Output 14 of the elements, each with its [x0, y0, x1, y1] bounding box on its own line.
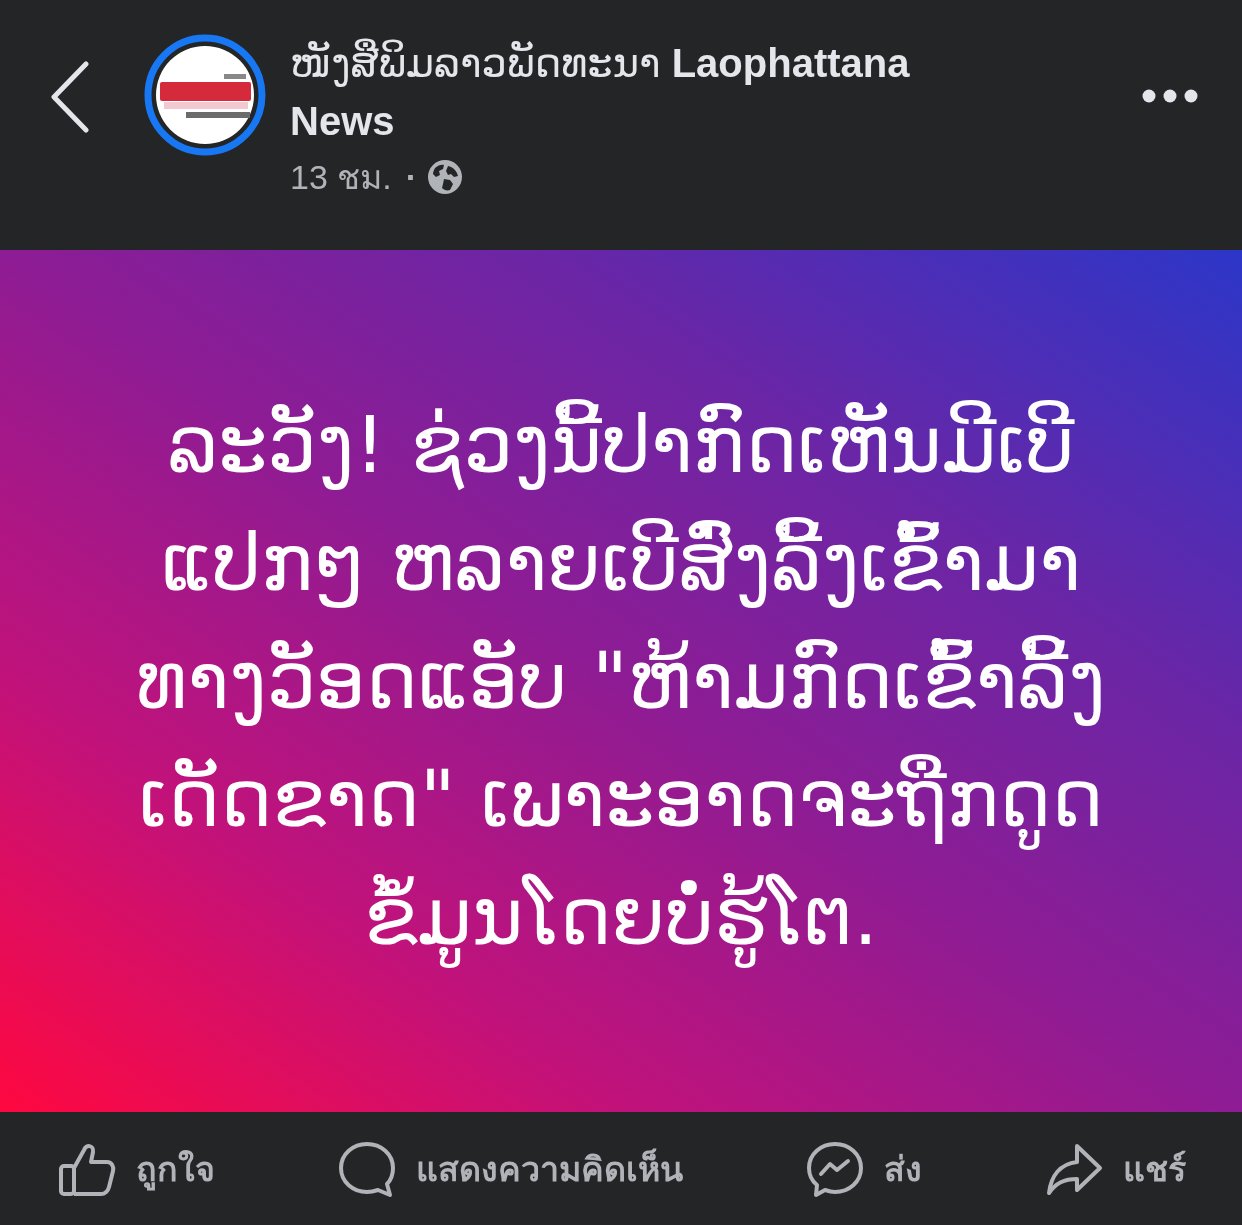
like-button[interactable]: ถูกใจ — [52, 1135, 221, 1202]
post-text: ລະວັງ! ຊ່ວງນີ້ປາກົດເຫັນມີເບີ ແປກໆ ຫລາຍເບີສົ່ງລີ້ງເຂົ້າມາ ທາງວັອດແອັບ "ຫ້າມກົດເຂົ້າລີ້ງ ເດັດຂາດ" ເພາະອາດຈະຖືກດູດ ຂໍ້ມູນໂດຍບໍ່ຮູ້ໂຕ. — [71, 386, 1171, 976]
back-icon[interactable] — [50, 61, 90, 133]
avatar-logo[interactable] — [156, 46, 254, 144]
post-time[interactable]: 13 ชม. — [290, 150, 392, 204]
share-button[interactable]: แชร์ — [1039, 1135, 1192, 1202]
globe-icon — [427, 159, 464, 195]
more-options-icon[interactable] — [1142, 89, 1198, 103]
send-button[interactable]: ส่ง — [800, 1135, 928, 1202]
speech-bubble-icon — [338, 1139, 396, 1198]
separator-dot: · — [405, 157, 418, 197]
messenger-bubble-icon — [806, 1139, 864, 1198]
page-name[interactable]: ໜັງສືພິມລາວພັດທະນາ Laophattana News — [290, 34, 980, 150]
comment-button[interactable]: แสดงความคิดเห็น — [332, 1135, 689, 1202]
